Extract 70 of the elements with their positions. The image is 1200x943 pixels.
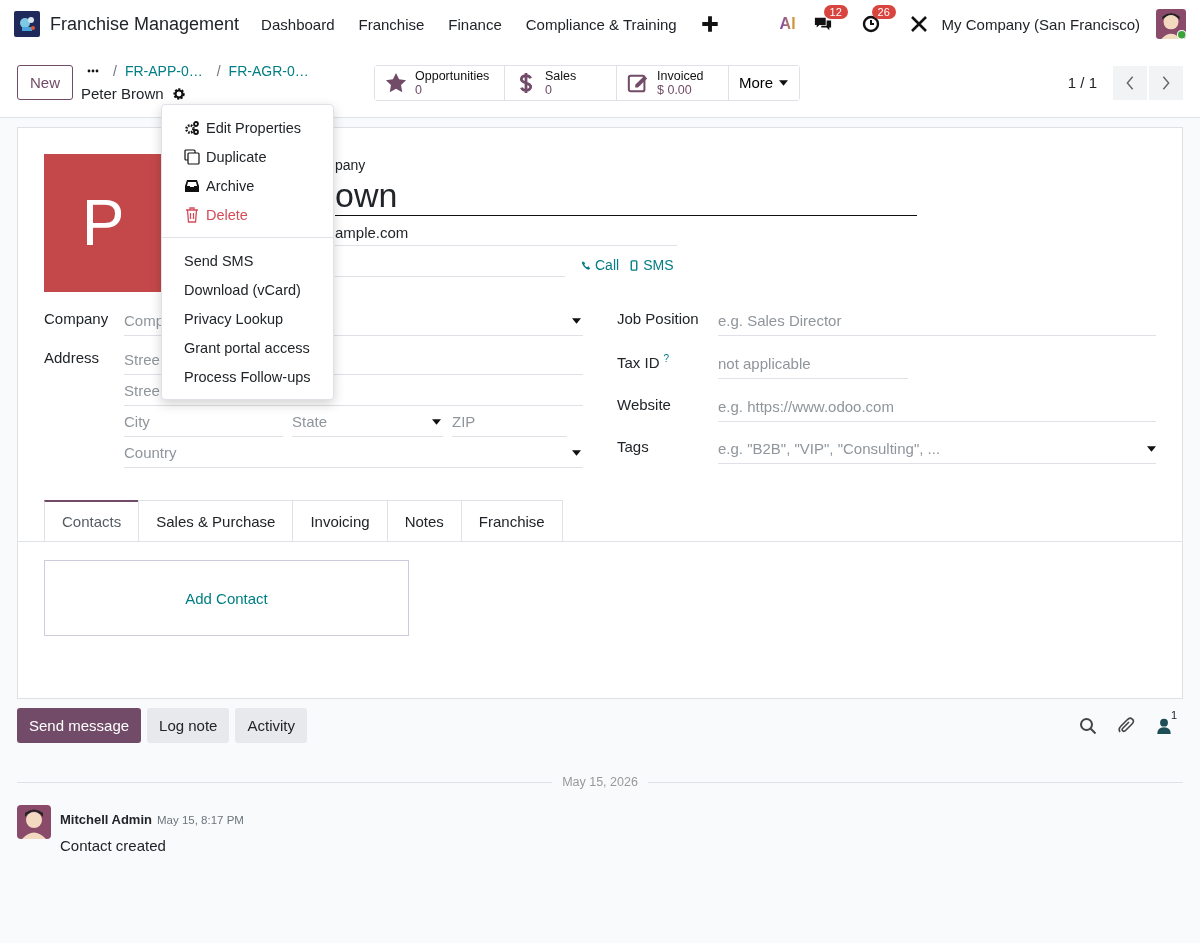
menu-item[interactable]: Franchise xyxy=(358,15,425,33)
menu-item[interactable]: Download (vCard) xyxy=(162,275,333,304)
menu-item[interactable]: Compliance & Training xyxy=(525,15,677,33)
company-switcher[interactable]: My Company (San Francisco) xyxy=(941,15,1140,33)
breadcrumb-separator: / xyxy=(113,63,117,79)
message-time: May 15, 8:17 PM xyxy=(156,814,244,826)
company-type-label: pany xyxy=(335,157,367,173)
new-button[interactable]: New xyxy=(17,65,73,100)
trash-icon xyxy=(184,206,200,223)
menu-item[interactable]: Privacy Lookup xyxy=(162,304,333,333)
menu-item[interactable]: Edit Properties xyxy=(162,113,333,142)
chatter-button[interactable]: Send message xyxy=(17,708,142,743)
clock-icon[interactable] xyxy=(861,15,880,33)
gears-icon xyxy=(184,119,200,136)
name-field[interactable]: own xyxy=(335,175,917,216)
menu-item[interactable]: Finance xyxy=(448,15,502,33)
date-separator: May 15, 2026 xyxy=(562,775,638,789)
gear-icon[interactable] xyxy=(171,86,186,101)
follower-count: 1 xyxy=(1171,708,1178,721)
menu-item[interactable]: Delete xyxy=(162,200,333,229)
copy-icon xyxy=(184,148,200,165)
breadcrumb-link[interactable]: FR-AGR-0… xyxy=(228,63,309,79)
field-label: Company xyxy=(44,309,110,327)
stat-button[interactable]: Opportunities 0 xyxy=(375,65,505,100)
message-text: Contact created xyxy=(60,837,167,854)
notification-badge: 12 xyxy=(823,5,848,19)
field-label: Address xyxy=(44,348,101,366)
search-icon[interactable] xyxy=(1079,716,1097,735)
chatter-button[interactable]: Log note xyxy=(147,708,230,743)
message-author: Mitchell Admin xyxy=(60,812,152,827)
phone-icon xyxy=(581,259,591,271)
sms-link[interactable]: SMS xyxy=(629,257,674,277)
chevron-right-icon xyxy=(1161,74,1171,91)
menu-item[interactable]: Dashboard xyxy=(261,15,335,33)
star-icon xyxy=(385,71,407,94)
inbox-icon xyxy=(184,177,200,194)
caret-icon xyxy=(432,418,441,425)
field-label: Tags xyxy=(617,437,650,456)
field-label: Tax ID $^{?}$ xyxy=(617,351,671,371)
notification-badge: 26 xyxy=(871,5,896,19)
paperclip-icon[interactable] xyxy=(1117,716,1135,735)
more-icon[interactable] xyxy=(87,69,99,73)
contact-avatar[interactable]: P xyxy=(44,154,162,292)
record-name: Peter Brown xyxy=(81,85,164,102)
caret-icon xyxy=(572,449,581,456)
caret-icon xyxy=(572,317,581,324)
menu-item[interactable]: Duplicate xyxy=(162,142,333,171)
chevron-left-icon xyxy=(1125,74,1135,91)
caret-icon xyxy=(1147,445,1156,452)
pager-value: 1 / 1 xyxy=(1067,74,1097,91)
tab[interactable]: Contacts xyxy=(44,500,140,541)
app-title[interactable]: Franchise Management xyxy=(50,13,240,35)
breadcrumb-separator: / xyxy=(216,63,221,79)
user-avatar-icon xyxy=(17,805,51,839)
mobile-icon xyxy=(629,259,640,271)
tab[interactable]: Franchise xyxy=(460,500,563,541)
plus-icon[interactable] xyxy=(700,15,719,33)
follower-icon[interactable] xyxy=(1155,716,1173,735)
user-avatar-icon[interactable] xyxy=(1156,9,1186,39)
add-contact-button[interactable]: Add Contact xyxy=(44,560,409,636)
menu-item[interactable]: Send SMS xyxy=(162,246,333,275)
call-link[interactable]: Call xyxy=(581,257,620,277)
chatter-button[interactable]: Activity xyxy=(235,708,307,743)
menu-item[interactable]: Archive xyxy=(162,171,333,200)
email-field[interactable]: ample.com xyxy=(335,216,677,246)
field-label: Job Position xyxy=(617,309,700,327)
app-logo-icon[interactable] xyxy=(14,11,40,37)
caret-icon xyxy=(779,79,789,86)
breadcrumb-link[interactable]: FR-APP-0… xyxy=(124,63,203,79)
field-label: Website xyxy=(617,394,672,413)
